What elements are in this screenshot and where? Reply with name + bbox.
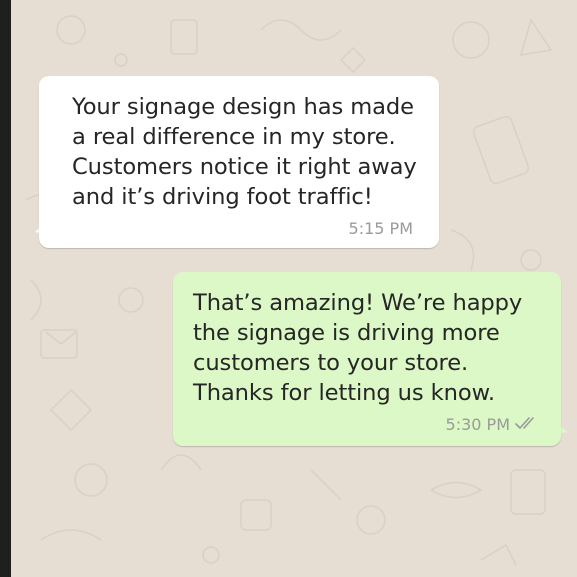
outgoing-message-meta: 5:30 PM bbox=[446, 415, 539, 434]
window-left-border bbox=[0, 0, 11, 577]
outgoing-message-bubble[interactable]: That’s amazing! We’re happy the signage … bbox=[173, 272, 561, 446]
double-check-icon bbox=[515, 415, 539, 434]
incoming-message-bubble[interactable]: Your signage design has made a real diff… bbox=[39, 76, 439, 248]
incoming-message-meta: 5:15 PM bbox=[349, 219, 413, 238]
incoming-message-text: Your signage design has made a real diff… bbox=[72, 94, 417, 210]
outgoing-message-text: That’s amazing! We’re happy the signage … bbox=[193, 290, 523, 406]
outgoing-message-time: 5:30 PM bbox=[445, 415, 510, 434]
chat-background: Your signage design has made a real diff… bbox=[11, 0, 577, 577]
incoming-message-time: 5:15 PM bbox=[348, 219, 413, 238]
